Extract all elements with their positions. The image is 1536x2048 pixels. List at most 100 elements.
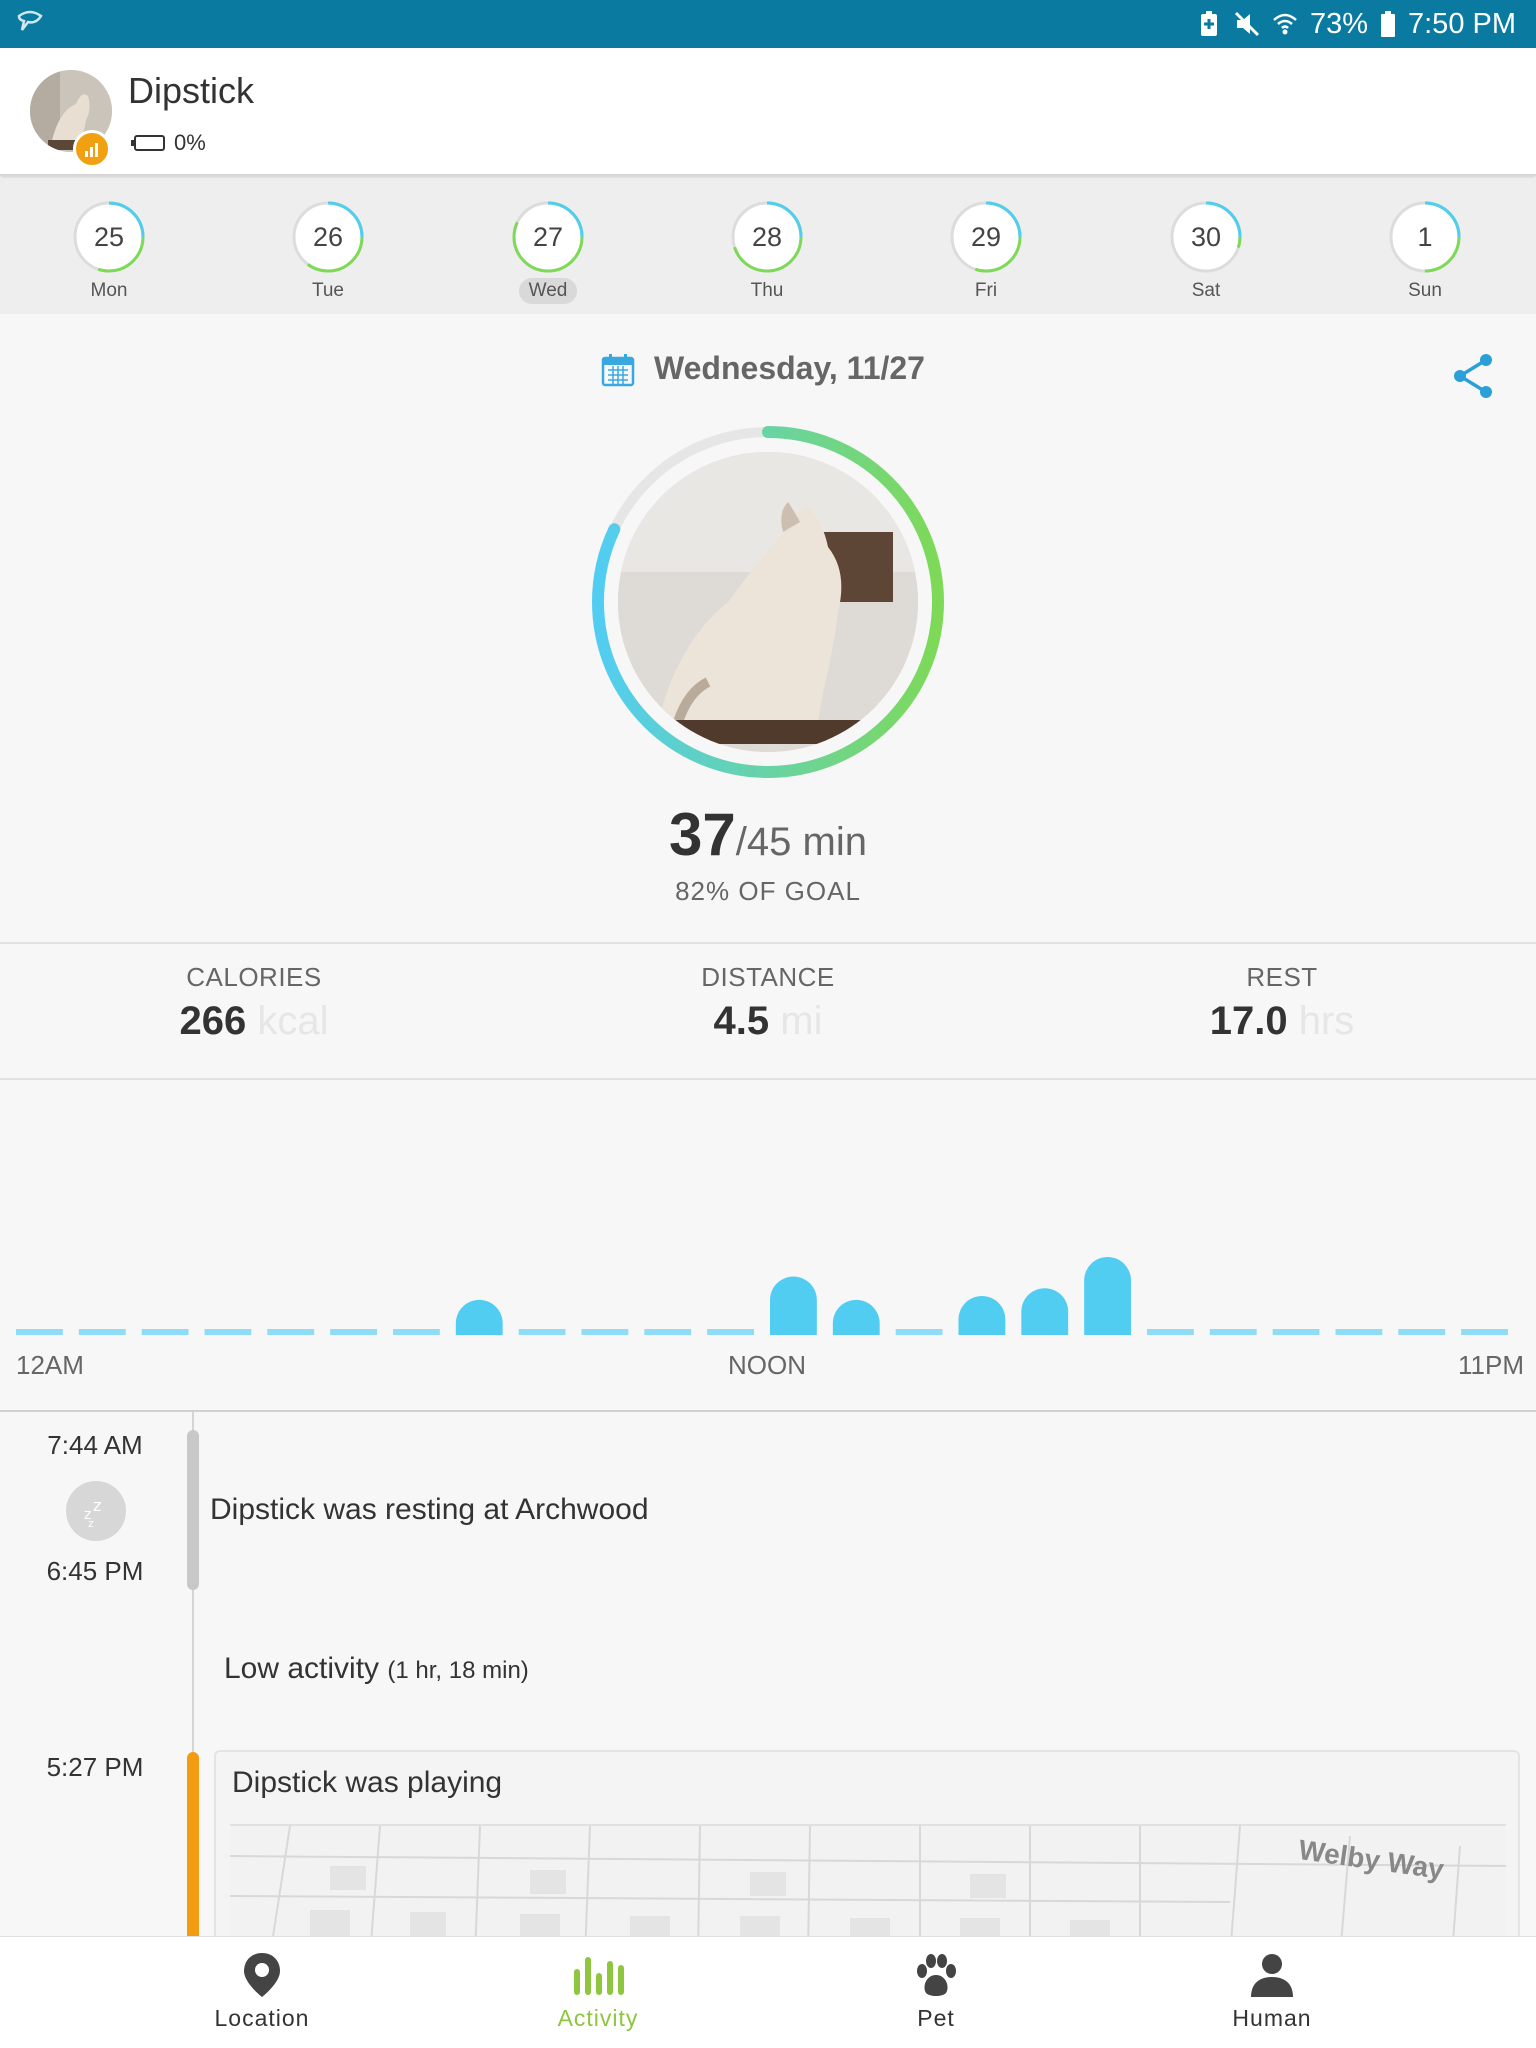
day-thu[interactable]: 28 Thu xyxy=(717,200,817,304)
hour-bar-empty xyxy=(644,1329,692,1335)
calendar-icon[interactable] xyxy=(600,352,636,388)
day-label: Fri xyxy=(974,280,998,301)
play-time: 5:27 PM xyxy=(46,1752,144,1782)
pet-header[interactable]: Dipstick 0% xyxy=(0,48,1536,176)
low-activity-duration: (1 hr, 18 min) xyxy=(387,1657,529,1684)
device-battery-icon xyxy=(131,135,165,151)
nav-activity-label: Activity xyxy=(557,2005,639,2031)
day-wed[interactable]: 27 Wed xyxy=(498,200,598,304)
stat-distance: DISTANCE 4.5 mi xyxy=(618,962,918,1044)
distance-value: 4.5 xyxy=(713,999,770,1043)
battery-icon xyxy=(1381,11,1395,37)
rest-period-bar xyxy=(187,1430,199,1590)
sleep-icon: zzz xyxy=(66,1481,126,1541)
nav-human[interactable]: Human xyxy=(1172,1951,1372,2032)
hour-bar-empty xyxy=(1398,1329,1446,1335)
low-activity-event[interactable]: Low activity (1 hr, 18 min) xyxy=(224,1652,529,1686)
activity-bars-icon xyxy=(574,1957,624,1995)
day-label: Sun xyxy=(1408,280,1442,301)
calories-label: CALORIES xyxy=(186,962,322,992)
distance-unit: mi xyxy=(780,999,823,1043)
calories-unit: kcal xyxy=(257,999,329,1043)
nav-pet-label: Pet xyxy=(917,2005,955,2031)
battery-percent: 73% xyxy=(1309,7,1368,40)
date-row: Wednesday, 11/27 xyxy=(0,344,1536,394)
day-fri[interactable]: 29 Fri xyxy=(936,200,1036,304)
device-battery: 0% xyxy=(130,130,206,156)
rest-event-text[interactable]: Dipstick was resting at Archwood xyxy=(210,1493,649,1527)
day-number: 28 xyxy=(751,222,783,252)
hour-bar-empty xyxy=(895,1329,943,1335)
stat-rest: REST 17.0 hrs xyxy=(1132,962,1432,1044)
bottom-navigation: Location Activity Pet Human xyxy=(0,1936,1536,2048)
day-number: 27 xyxy=(532,222,564,252)
nav-location-label: Location xyxy=(214,2005,310,2031)
day-number: 29 xyxy=(970,222,1002,252)
hour-bar xyxy=(770,1276,817,1335)
selected-date: Wednesday, 11/27 xyxy=(654,350,925,386)
svg-text:z: z xyxy=(93,1496,101,1515)
play-location-map[interactable]: Welby Way xyxy=(230,1824,1506,1954)
x-label-noon: NOON xyxy=(728,1350,806,1380)
hour-bar-empty xyxy=(330,1329,377,1335)
wifi-icon xyxy=(1273,13,1297,35)
hour-bar-empty xyxy=(1209,1329,1257,1335)
device-battery-percent: 0% xyxy=(174,130,206,155)
day-label: Thu xyxy=(750,280,784,301)
pet-name: Dipstick xyxy=(128,70,255,111)
day-label: Wed xyxy=(518,278,578,304)
nav-pet[interactable]: Pet xyxy=(836,1951,1036,2032)
hour-bar xyxy=(958,1296,1006,1335)
play-event-text: Dipstick was playing xyxy=(232,1766,503,1799)
share-icon[interactable] xyxy=(1452,352,1496,400)
hourly-activity-chart xyxy=(16,1257,1508,1335)
goal-percent: 82% OF GOAL xyxy=(675,876,861,906)
hour-bar-empty xyxy=(1461,1329,1508,1335)
hour-bar-empty xyxy=(581,1329,629,1335)
day-sat[interactable]: 30 Sat xyxy=(1156,200,1256,304)
nav-activity[interactable]: Activity xyxy=(498,1951,698,2032)
rest-label: REST xyxy=(1246,962,1318,992)
divider xyxy=(0,1410,1536,1412)
rest-unit: hrs xyxy=(1298,999,1355,1043)
hour-bar xyxy=(1021,1288,1069,1335)
day-label: Sat xyxy=(1191,280,1221,301)
hour-bar-empty xyxy=(518,1329,566,1335)
hour-bar-empty xyxy=(1272,1329,1320,1335)
day-number: 26 xyxy=(312,222,344,252)
location-pin-icon xyxy=(244,1953,280,1997)
week-selector: 25 Mon 26 Tue 27 Wed 28 Thu 29 Fri 30 Sat 1 Sun xyxy=(0,178,1536,314)
day-number: 30 xyxy=(1190,222,1222,252)
clock: 7:50 PM xyxy=(1408,7,1516,40)
hour-bar xyxy=(455,1299,503,1335)
goal-minutes: /45 min xyxy=(735,820,867,864)
divider xyxy=(0,942,1536,944)
hour-bar-empty xyxy=(141,1329,189,1335)
day-tue[interactable]: 26 Tue xyxy=(278,200,378,304)
rest-start-time: 7:44 AM xyxy=(47,1430,143,1460)
low-activity-label: Low activity xyxy=(224,1652,380,1685)
rest-value: 17.0 xyxy=(1209,999,1288,1043)
play-event-card[interactable]: Dipstick was playing Welby Way xyxy=(214,1750,1520,1954)
day-number: 25 xyxy=(93,222,125,252)
nav-location[interactable]: Location xyxy=(162,1951,362,2032)
hour-bar-empty xyxy=(204,1329,252,1335)
hour-bar-empty xyxy=(393,1329,440,1335)
day-label: Mon xyxy=(90,280,128,301)
signal-badge-icon xyxy=(73,130,111,168)
active-minutes: 37 xyxy=(669,801,736,868)
goal-value: 37/45 min xyxy=(0,800,1536,869)
hour-bar-empty xyxy=(16,1329,63,1335)
hour-bar-empty xyxy=(707,1329,754,1335)
nav-human-label: Human xyxy=(1232,2005,1312,2031)
rest-end-time: 6:45 PM xyxy=(46,1556,144,1586)
day-mon[interactable]: 25 Mon xyxy=(59,200,159,304)
battery-saver-icon xyxy=(1200,11,1217,36)
hour-bar xyxy=(832,1299,880,1335)
person-icon xyxy=(1251,1954,1293,1997)
day-sun[interactable]: 1 Sun xyxy=(1375,200,1475,304)
stat-calories: CALORIES 266 kcal xyxy=(104,962,404,1044)
play-period-bar xyxy=(187,1752,199,1942)
hour-bar-empty xyxy=(78,1329,126,1335)
paw-icon xyxy=(917,1954,956,1996)
